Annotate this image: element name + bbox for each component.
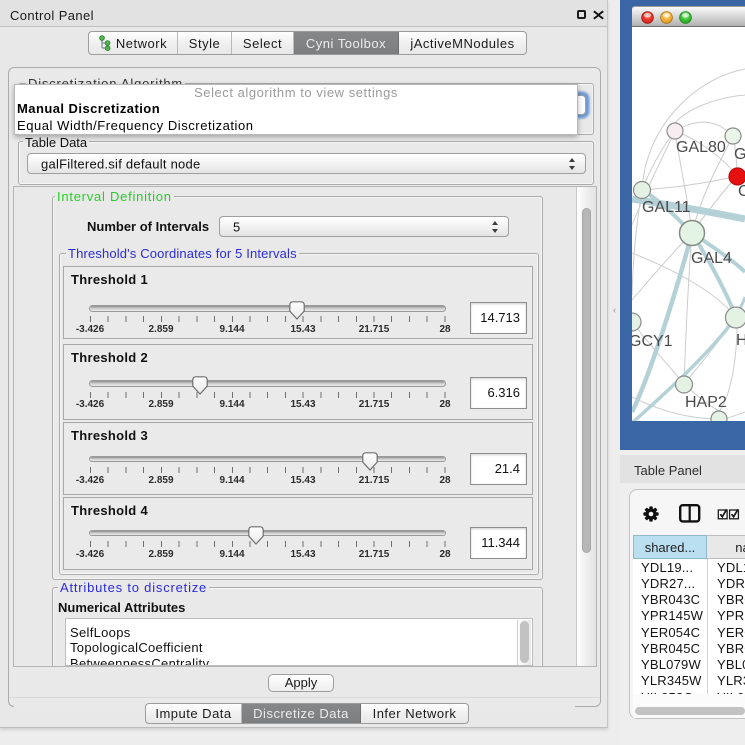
svg-text:HAP2: HAP2 [685, 394, 727, 411]
svg-text:C: C [738, 183, 745, 200]
svg-text:GA: GA [734, 146, 745, 163]
svg-text:H: H [736, 332, 745, 349]
svg-text:GAL80: GAL80 [676, 139, 726, 156]
svg-text:GAL11: GAL11 [642, 199, 691, 216]
svg-text:GAL4: GAL4 [691, 250, 732, 267]
svg-text:GCY1: GCY1 [632, 333, 673, 350]
